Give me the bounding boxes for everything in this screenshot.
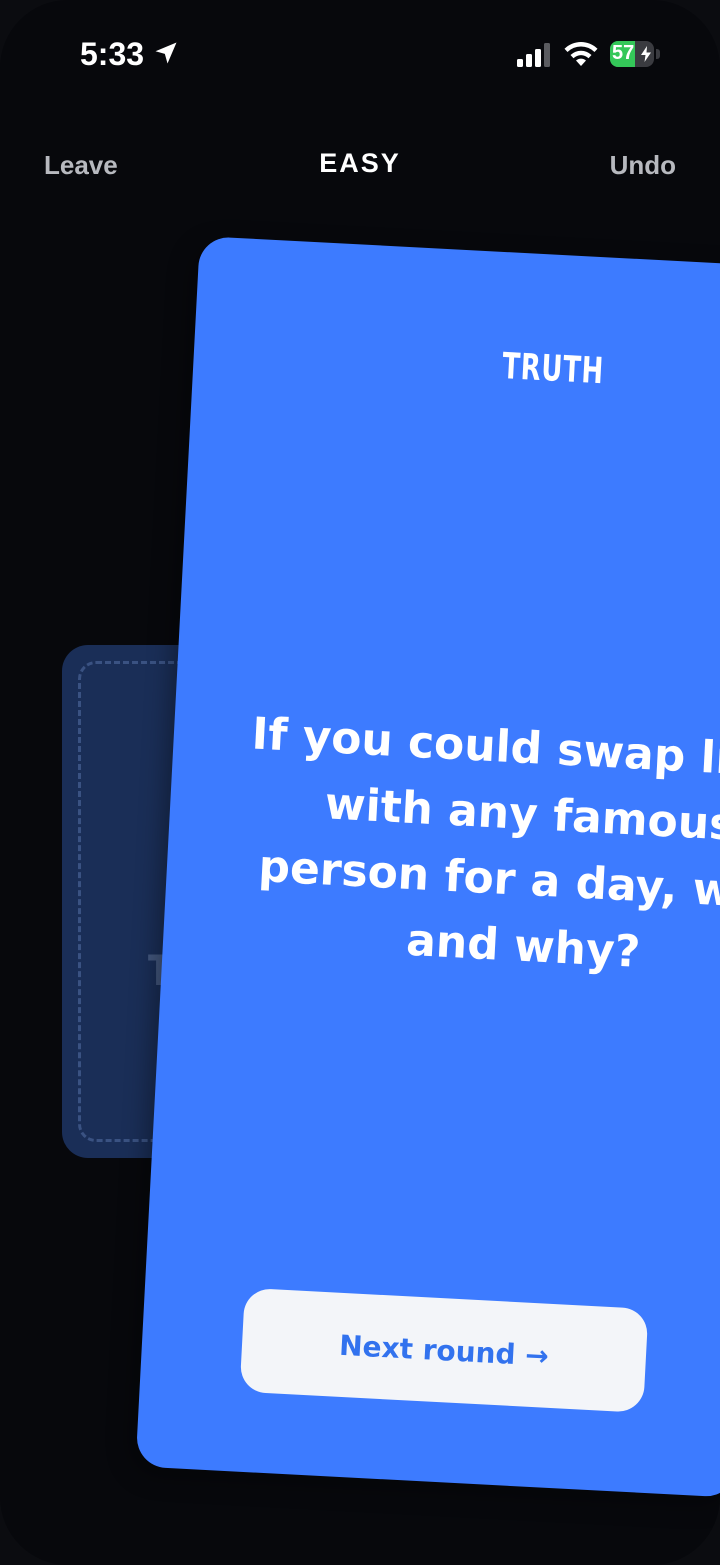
battery-body: 57 [610,41,654,67]
status-bar: 5:33 57 [0,0,720,100]
next-round-button[interactable]: Next round → [239,1287,649,1413]
status-time: 5:33 [80,36,145,72]
battery-indicator: 57 [610,41,660,67]
cellular-signal-icon [517,43,550,67]
location-arrow-icon [155,42,177,64]
question-text: If you could swap lives with any famous … [162,697,720,998]
app-screen: 5:33 57 Leave EASY Undo TRUTH If you cou… [0,0,720,1565]
card-type-text: TRUTH [501,346,606,393]
battery-cap [656,49,660,59]
card-type-label: TRUTH [193,330,720,409]
undo-button[interactable]: Undo [610,150,676,181]
wifi-icon [564,42,598,66]
charging-bolt-icon [641,46,651,62]
battery-percent: 57 [612,42,635,64]
truth-card[interactable]: TRUTH If you could swap lives with any f… [135,236,720,1498]
